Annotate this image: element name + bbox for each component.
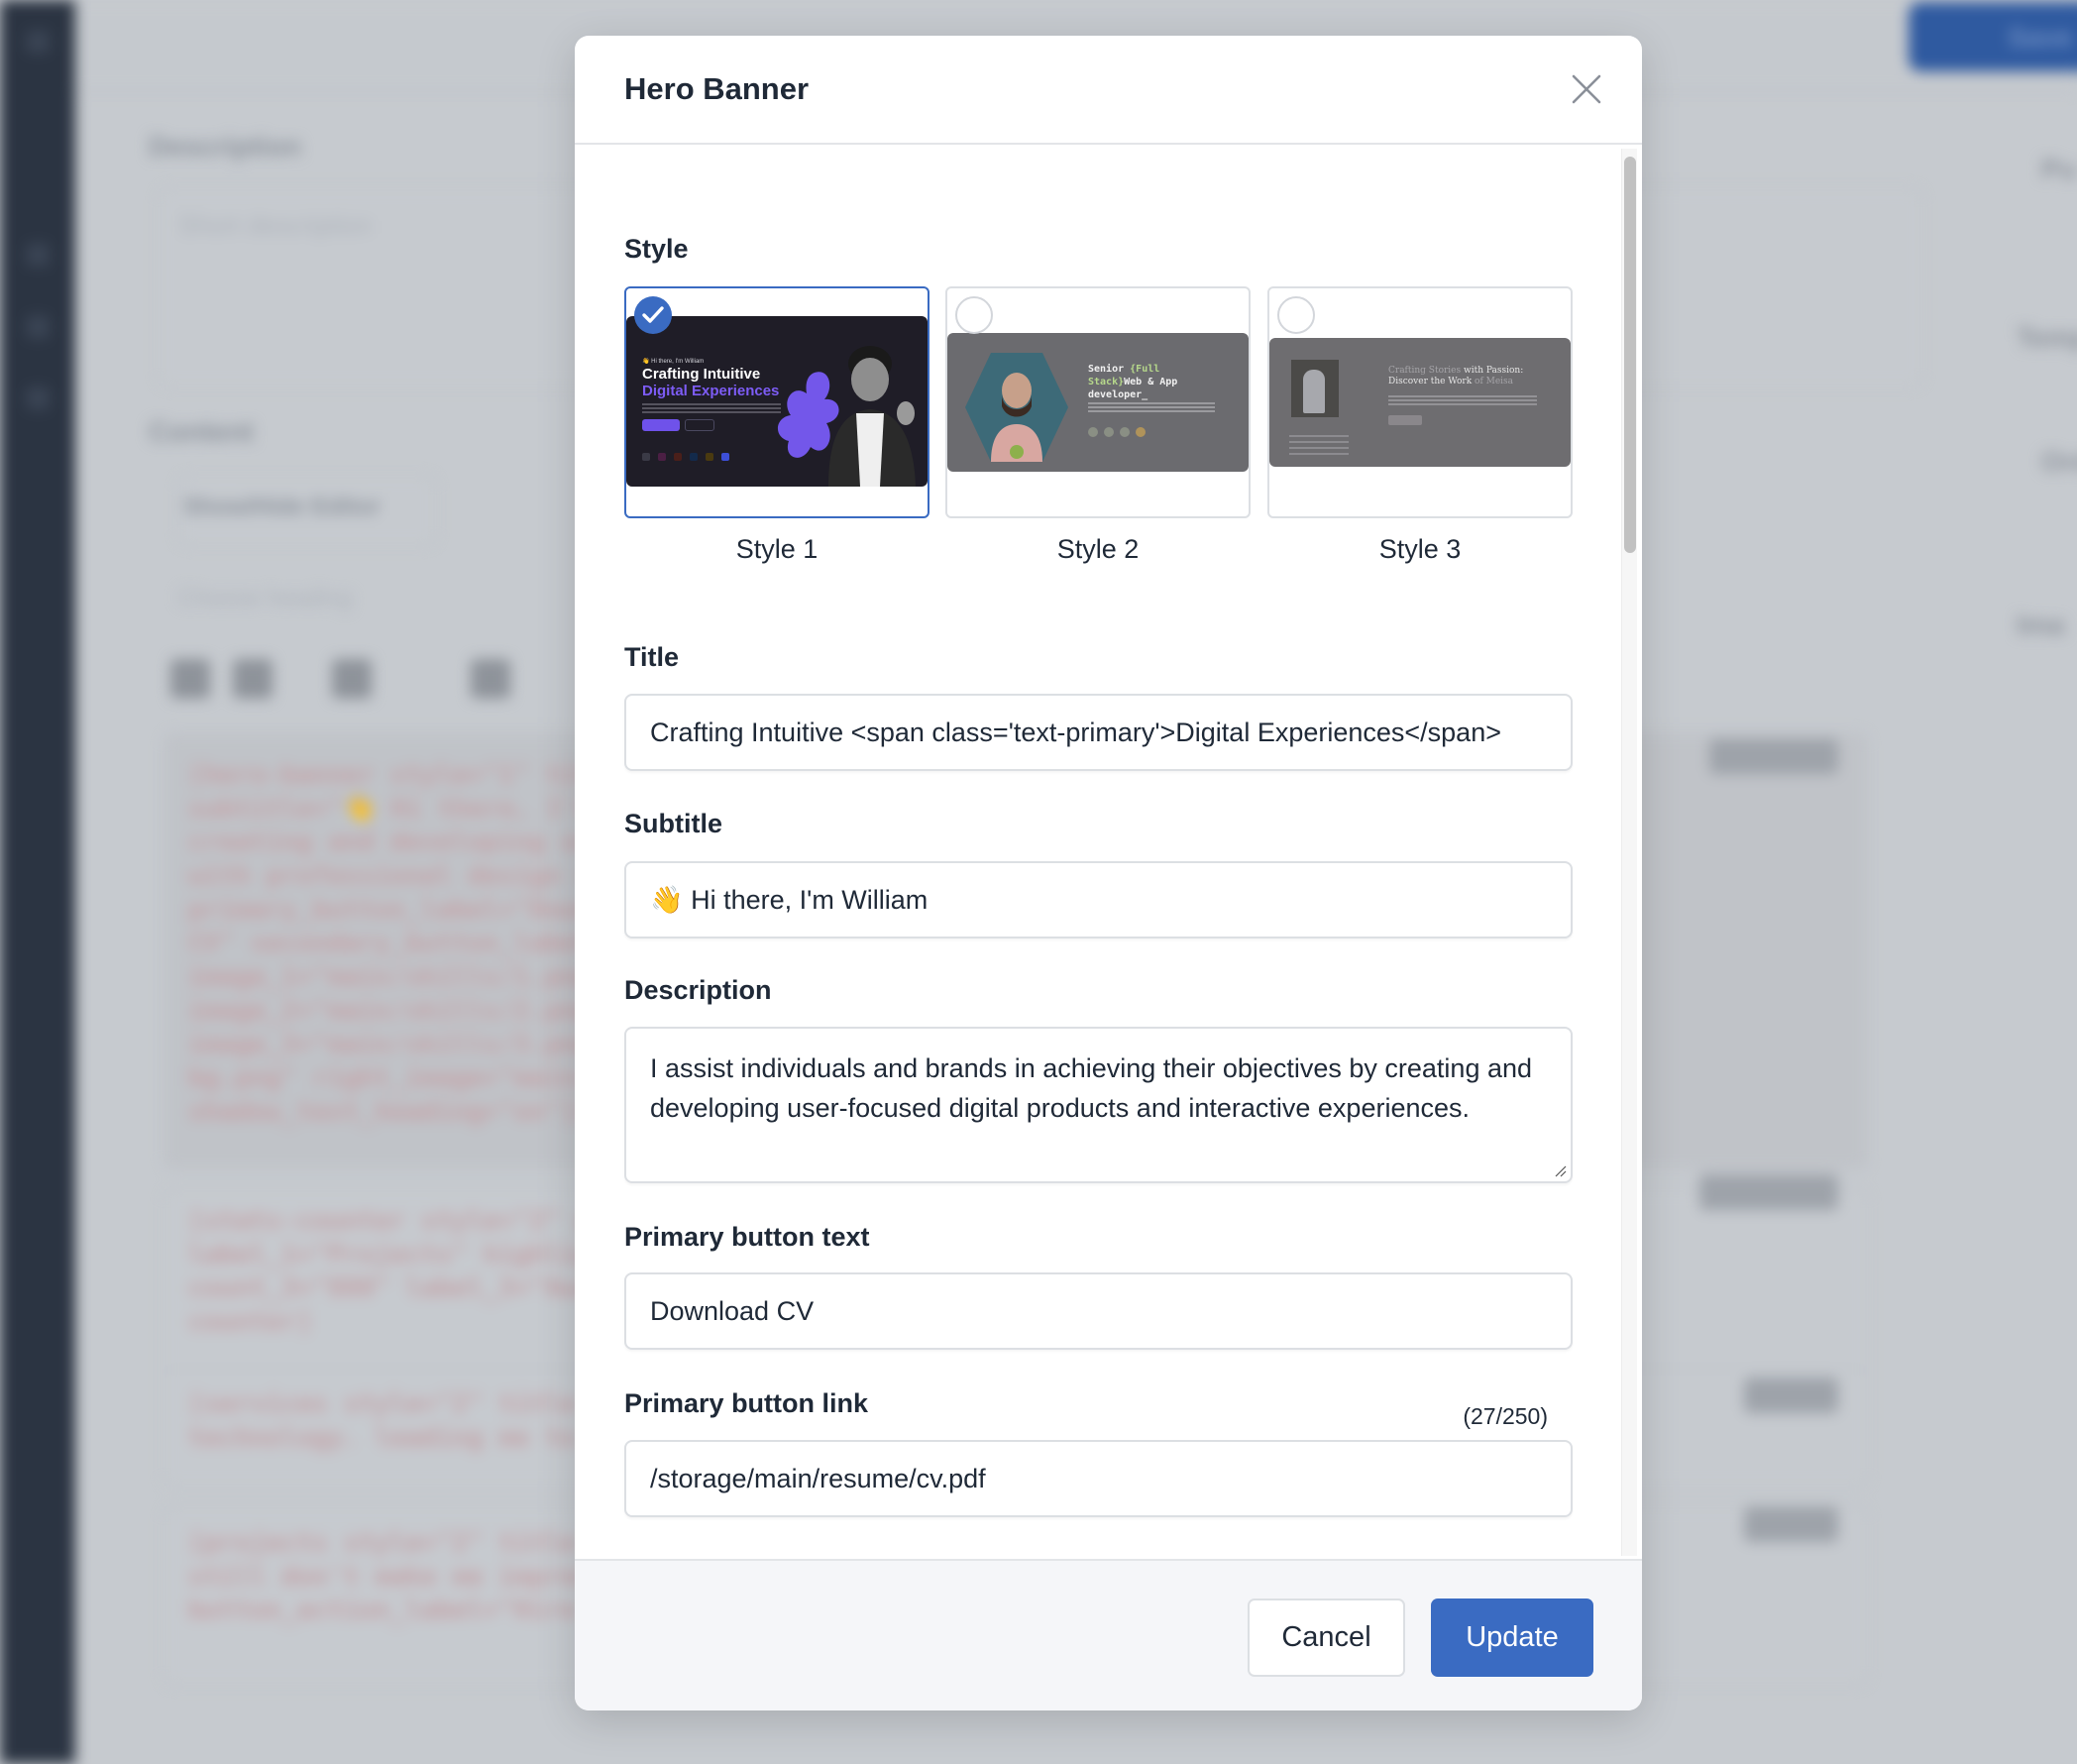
subtitle-input[interactable]: 👋 Hi there, I'm William <box>624 861 1573 938</box>
preview-tech-icon <box>1088 427 1098 437</box>
style-2-preview: Senior {Full Stack}Web & App developer_ <box>947 333 1249 472</box>
style-2-radio[interactable] <box>955 296 993 334</box>
preview-heading-light: Crafting Stories <box>1388 366 1464 376</box>
style-option-3[interactable]: Crafting Stories with Passion: Discover … <box>1267 286 1573 518</box>
subtitle-label: Subtitle <box>624 809 722 838</box>
preview-button <box>1388 415 1422 425</box>
right-label: Ord <box>2041 446 2077 477</box>
preview-paragraph <box>1088 402 1215 414</box>
sidebar-icon <box>26 315 50 339</box>
preview-heading-bold: with Passion: <box>1464 366 1524 376</box>
style-label: Style <box>624 234 689 264</box>
preview-paragraph <box>1388 395 1537 405</box>
primary-button-link-input[interactable]: /storage/main/resume/cv.pdf <box>624 1440 1573 1517</box>
preview-heading-light: of Meisa <box>1475 377 1514 386</box>
style-3-label: Style 3 <box>1378 534 1462 564</box>
preview-heading-text: Senior <box>1088 364 1131 375</box>
preview-tool-icon <box>690 453 698 461</box>
show-hide-editor-label: Show/Hide Editor <box>183 494 381 520</box>
cancel-button[interactable]: Cancel <box>1248 1599 1405 1677</box>
preview-heading-text: Web & App <box>1124 377 1178 387</box>
update-button[interactable]: Update <box>1431 1599 1593 1677</box>
scrollbar-thumb[interactable] <box>1624 157 1636 553</box>
description-label: Description <box>624 975 772 1005</box>
primary-button-text-input[interactable]: Download CV <box>624 1272 1573 1350</box>
preview-heading-text: developer_ <box>1088 389 1148 400</box>
right-label: Pu <box>2041 154 2077 184</box>
close-button[interactable] <box>1569 71 1604 107</box>
style-option-1[interactable]: 👋 Hi there, I'm William Crafting Intuiti… <box>624 286 929 518</box>
modal-header: Hero Banner <box>575 36 1642 145</box>
style-3-preview: Crafting Stories with Passion: Discover … <box>1269 338 1571 467</box>
sidebar <box>0 0 75 1764</box>
preview-secondary-button <box>685 419 714 431</box>
preview-tool-icon <box>674 453 682 461</box>
style-1-label: Style 1 <box>735 534 819 564</box>
style-1-preview: 👋 Hi there, I'm William Crafting Intuiti… <box>626 316 928 487</box>
sidebar-icon <box>26 243 50 267</box>
code-tag <box>1744 1506 1838 1542</box>
style-2-label: Style 2 <box>1056 534 1140 564</box>
character-counter: (27/250) <box>1463 1403 1548 1429</box>
preview-primary-button <box>642 419 680 431</box>
preview-person-photo <box>991 373 1042 462</box>
close-icon <box>1572 74 1601 104</box>
modal-scrollbar[interactable] <box>1621 149 1637 1556</box>
sidebar-icon <box>26 30 50 54</box>
preview-greeting: 👋 Hi there, I'm William <box>642 359 705 365</box>
sidebar-icon <box>26 386 50 410</box>
description-placeholder: Short description <box>178 210 373 240</box>
content-heading: Content <box>149 416 254 447</box>
modal-footer: Cancel Update <box>575 1559 1642 1710</box>
preview-heading: Senior {Full Stack}Web & App developer_ <box>1088 363 1177 401</box>
preview-tech-icon <box>1120 427 1130 437</box>
modal-title: Hero Banner <box>624 71 810 106</box>
preview-tool-icon <box>706 453 713 461</box>
style-1-radio[interactable] <box>634 296 672 334</box>
style-selector: 👋 Hi there, I'm William Crafting Intuiti… <box>624 286 1573 518</box>
right-label: Temp <box>2017 322 2077 353</box>
preview-heading: Crafting Stories with Passion: Discover … <box>1388 366 1523 387</box>
preview-contacts <box>1289 435 1349 459</box>
code-tag <box>1709 738 1838 774</box>
right-label: Ima <box>2017 609 2065 640</box>
code-tag <box>1699 1174 1838 1210</box>
preview-tech-icon <box>1136 427 1146 437</box>
preview-tech-icon <box>1104 427 1114 437</box>
preview-heading-accent: {Full <box>1130 364 1160 375</box>
save-button: Save <box>1909 2 2077 71</box>
checkmark-icon <box>642 306 664 323</box>
title-input[interactable]: Crafting Intuitive <span class='text-pri… <box>624 694 1573 771</box>
toolbar-icon <box>332 659 372 699</box>
description-heading: Description <box>149 131 302 162</box>
preview-paragraph <box>642 403 781 413</box>
title-label: Title <box>624 642 680 672</box>
preview-heading-accent: Digital Experiences <box>642 383 780 399</box>
preview-heading-bold: Discover the Work <box>1388 377 1476 386</box>
code-tag <box>1744 1378 1838 1413</box>
toolbar-icon <box>233 659 273 699</box>
style-option-2[interactable]: Senior {Full Stack}Web & App developer_ <box>945 286 1251 518</box>
heading-select: Choose heading <box>178 585 352 611</box>
preview-tool-icon <box>642 453 650 461</box>
description-text: I assist individuals and brands in achie… <box>650 1053 1533 1123</box>
toolbar-icon <box>170 659 210 699</box>
toolbar-icon <box>471 659 510 699</box>
hero-banner-modal: Hero Banner Style 👋 Hi there, I'm Willia… <box>575 36 1642 1710</box>
right-panel: Pu Temp Ord Ima <box>1977 109 2077 1100</box>
primary-button-text-label: Primary button text <box>624 1222 870 1252</box>
preview-tool-icon <box>721 453 729 461</box>
description-textarea[interactable]: I assist individuals and brands in achie… <box>624 1027 1573 1183</box>
preview-heading: Crafting Intuitive <box>642 366 761 383</box>
preview-heading-accent: Stack} <box>1088 377 1125 387</box>
primary-button-link-label: Primary button link <box>624 1388 869 1418</box>
preview-person-photo <box>828 346 916 487</box>
modal-body: Style 👋 Hi there, I'm William Crafting I… <box>575 145 1642 1559</box>
resize-handle-icon[interactable] <box>1553 1163 1567 1177</box>
preview-person-figure <box>1303 370 1325 413</box>
style-3-radio[interactable] <box>1277 296 1315 334</box>
preview-tool-icon <box>658 453 666 461</box>
